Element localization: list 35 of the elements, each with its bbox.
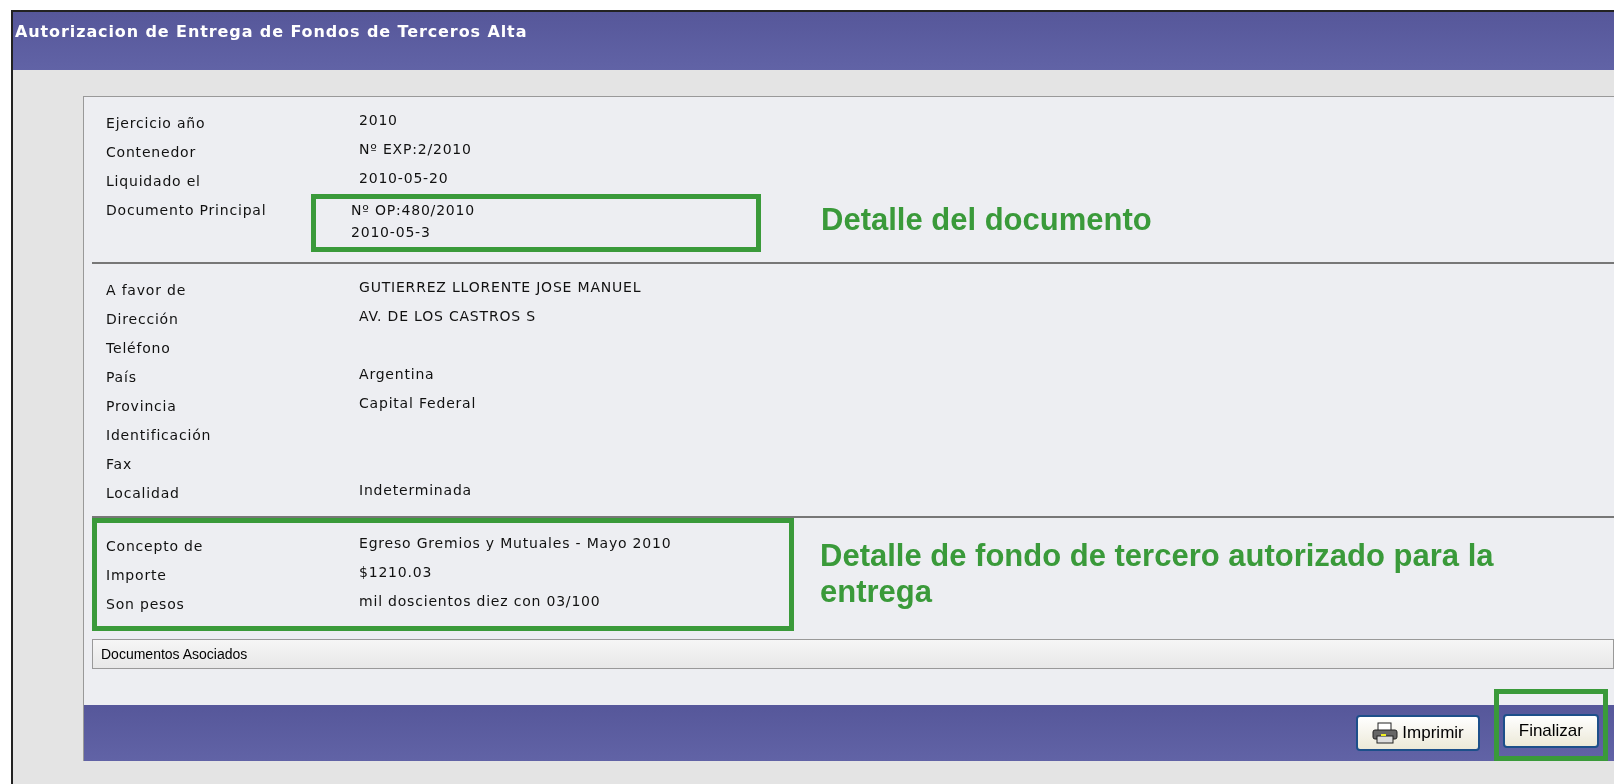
annotation-text: Detalle del documento [821, 202, 1152, 238]
field-label: Fax [106, 455, 134, 472]
field-label: Documento Principal [106, 201, 268, 218]
print-button[interactable]: Imprimir [1356, 715, 1480, 751]
field-value: 2010-05-3 [351, 223, 432, 242]
field-value: Indeterminada [359, 481, 473, 500]
field-label: Contenedor [106, 143, 197, 160]
window-title: Autorizacion de Entrega de Fondos de Terceros Alta [13, 12, 1614, 70]
field-label: Teléfono [106, 339, 172, 356]
field-value: $1210.03 [359, 563, 434, 582]
field-label: A favor de [106, 281, 188, 298]
field-value: Capital Federal [359, 394, 478, 413]
field-value: 2010-05-20 [359, 169, 450, 188]
field-value: GUTIERREZ LLORENTE JOSE MANUEL [359, 278, 643, 297]
field-label: Ejercicio año [106, 114, 207, 131]
field-value: Argentina [359, 365, 436, 384]
field-value: 2010 [359, 111, 399, 130]
field-label: País [106, 368, 138, 385]
printer-icon [1372, 722, 1399, 744]
field-label: Liquidado el [106, 172, 202, 189]
associated-documents-bar[interactable]: Documentos Asociados [92, 639, 1614, 669]
field-label: Localidad [106, 484, 181, 501]
field-value: Nº OP:480/2010 [351, 201, 476, 220]
field-label: Identificación [106, 426, 213, 443]
field-label: Concepto de [106, 537, 205, 554]
field-label: Provincia [106, 397, 178, 414]
field-value: AV. DE LOS CASTROS S [359, 307, 537, 326]
field-value: Egreso Gremios y Mutuales - Mayo 2010 [359, 534, 673, 553]
field-label: Son pesos [106, 595, 186, 612]
annotation-text: Detalle de fondo de tercero autorizado para la entrega [820, 537, 1495, 610]
field-label: Importe [106, 566, 168, 583]
field-value: Nº EXP:2/2010 [359, 140, 473, 159]
field-value: mil doscientos diez con 03/100 [359, 592, 602, 611]
finish-button[interactable]: Finalizar [1502, 714, 1599, 748]
field-label: Dirección [106, 310, 180, 327]
